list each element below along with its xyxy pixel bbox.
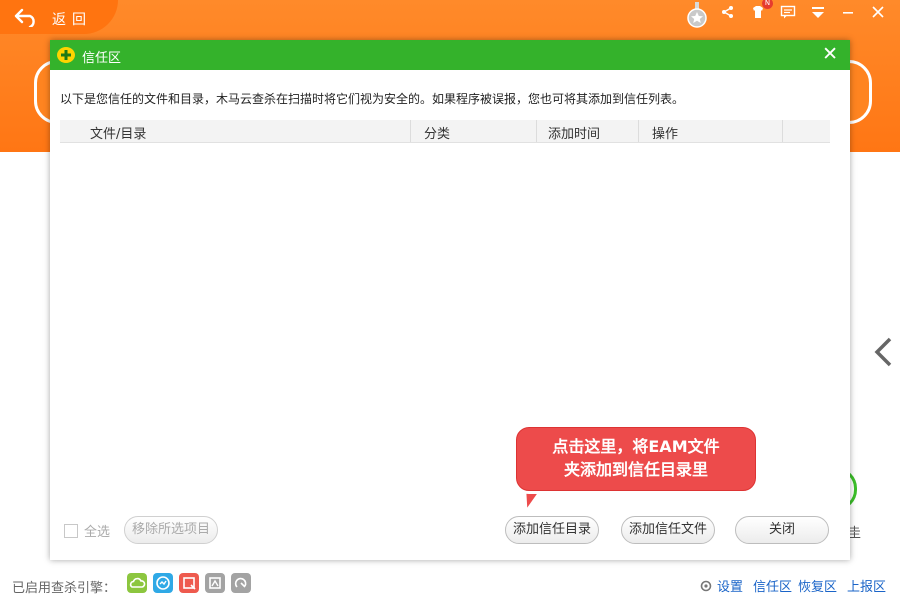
callout-line-2: 夹添加到信任目录里: [563, 460, 708, 479]
minimize-icon[interactable]: [840, 4, 856, 20]
table-header: 文件/目录 分类 添加时间 操作: [60, 120, 830, 143]
medal-icon[interactable]: [686, 2, 708, 28]
column-divider: [410, 120, 411, 142]
repair-engine-icon[interactable]: [231, 573, 251, 593]
engines-label: 已启用查杀引擎：: [12, 581, 117, 596]
skin-icon[interactable]: N: [750, 0, 773, 20]
select-all-checkbox[interactable]: [64, 523, 78, 538]
callout-tail-cover: [525, 480, 551, 486]
message-icon[interactable]: [780, 4, 796, 20]
close-window-icon[interactable]: [870, 4, 886, 20]
window-controls: N: [720, 0, 886, 20]
ai-engine-icon[interactable]: [205, 573, 225, 593]
cloud-engine-icon[interactable]: [127, 573, 147, 593]
column-divider: [536, 120, 537, 142]
trust-zone-dialog: 信任区 ✕ 以下是您信任的文件和目录，木马云查杀在扫描时将它们视为安全的。如果程…: [50, 40, 850, 560]
notification-badge: N: [762, 0, 773, 9]
settings-link[interactable]: 设置: [717, 576, 743, 595]
remove-selected-button[interactable]: 移除所选项目: [124, 516, 218, 544]
column-header-time[interactable]: 添加时间: [548, 123, 600, 142]
trust-zone-link[interactable]: 信任区: [753, 576, 792, 595]
select-all-label: 全选: [84, 525, 111, 540]
dialog-description: 以下是您信任的文件和目录，木马云查杀在扫描时将它们视为安全的。如果程序被误报，您…: [60, 92, 685, 106]
column-divider: [638, 120, 639, 142]
column-header-file[interactable]: 文件/目录: [90, 123, 146, 142]
app-logo-icon: [57, 47, 75, 63]
footer-links: 设置 信任区 恢复区 上报区: [699, 576, 886, 595]
dialog-title-bar[interactable]: 信任区 ✕: [50, 40, 850, 70]
column-header-action[interactable]: 操作: [652, 123, 678, 142]
callout-line-1: 点击这里，将EAM文件: [552, 437, 720, 456]
back-label: 返回: [52, 12, 92, 28]
recovery-zone-link[interactable]: 恢复区: [798, 576, 837, 595]
back-button[interactable]: 返回: [0, 0, 118, 34]
report-zone-link[interactable]: 上报区: [847, 576, 886, 595]
close-button[interactable]: 关闭: [735, 516, 829, 544]
scan-engine-icon[interactable]: [179, 573, 199, 593]
close-icon[interactable]: ✕: [822, 43, 838, 65]
column-header-category[interactable]: 分类: [424, 123, 450, 142]
share-icon[interactable]: [720, 4, 736, 20]
gear-icon: [700, 580, 712, 591]
chevron-left-icon[interactable]: [872, 336, 896, 368]
menu-icon[interactable]: [810, 4, 826, 20]
trust-list[interactable]: [60, 143, 830, 443]
status-footer: 已启用查杀引擎： 设置 信任区 恢复区 上报区: [0, 570, 900, 600]
select-all[interactable]: 全选: [64, 521, 110, 540]
add-trust-file-button[interactable]: 添加信任文件: [621, 516, 715, 544]
back-arrow-icon: [14, 8, 35, 27]
column-divider: [782, 120, 783, 142]
behavior-engine-icon[interactable]: [153, 573, 173, 593]
add-trust-directory-button[interactable]: 添加信任目录: [505, 516, 599, 544]
dialog-title: 信任区: [82, 51, 122, 66]
